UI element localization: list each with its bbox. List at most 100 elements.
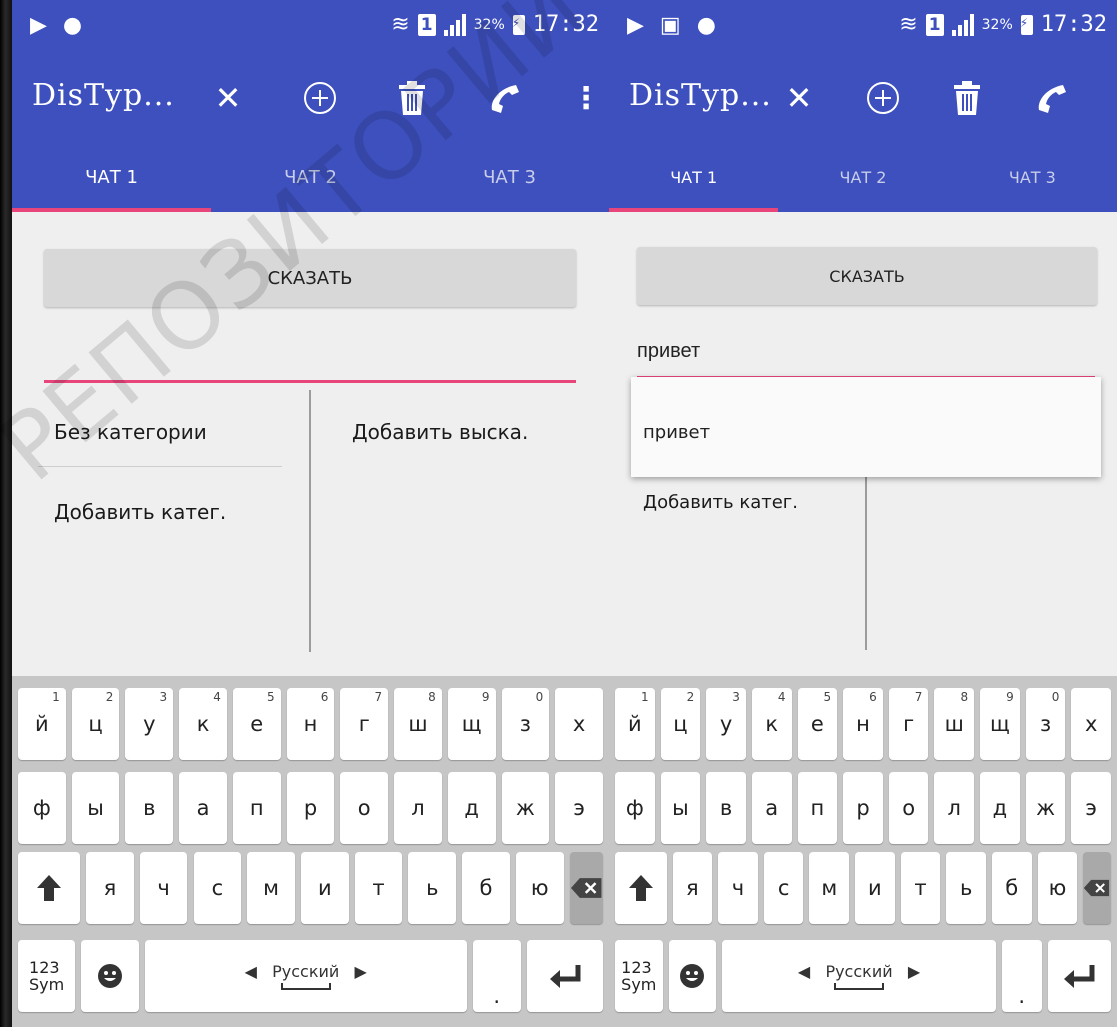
key-2[interactable]: ц2 xyxy=(660,688,701,760)
key-2[interactable]: ц2 xyxy=(71,688,120,760)
key-row3-3[interactable]: с xyxy=(763,852,804,924)
key-row2-7[interactable]: о xyxy=(340,772,389,844)
enter-key[interactable] xyxy=(1047,940,1111,1012)
message-input[interactable] xyxy=(637,332,1095,379)
trash-icon[interactable] xyxy=(392,78,432,118)
key-7[interactable]: г7 xyxy=(888,688,929,760)
tab-chat-2[interactable]: ЧАТ 2 xyxy=(211,144,410,212)
space-key[interactable]: ◀ Русский ▶ xyxy=(144,940,467,1012)
key-row2-11[interactable]: э xyxy=(1071,772,1111,844)
key-row3-4[interactable]: м xyxy=(247,852,295,924)
emoji-key[interactable] xyxy=(81,940,139,1012)
key-6[interactable]: н6 xyxy=(286,688,335,760)
key-10[interactable]: з0 xyxy=(1025,688,1066,760)
key-row3-7[interactable]: ь xyxy=(408,852,457,924)
key-4[interactable]: к4 xyxy=(179,688,227,760)
key-row3-5[interactable]: и xyxy=(300,852,349,924)
key-4[interactable]: к4 xyxy=(751,688,792,760)
key-row3-9[interactable]: ю xyxy=(515,852,564,924)
phone-icon[interactable] xyxy=(484,78,524,118)
key-8[interactable]: ш8 xyxy=(934,688,975,760)
key-row2-10[interactable]: ж xyxy=(501,772,550,844)
key-row2-4[interactable]: а xyxy=(179,772,227,844)
key-row3-6[interactable]: т xyxy=(900,852,941,924)
key-5[interactable]: е5 xyxy=(232,688,281,760)
key-row3-3[interactable]: с xyxy=(193,852,242,924)
key-row3-1[interactable]: я xyxy=(86,852,134,924)
tab-chat-3[interactable]: ЧАТ 3 xyxy=(948,144,1117,212)
key-row3-5[interactable]: и xyxy=(855,852,895,924)
key-row2-6[interactable]: р xyxy=(843,772,883,844)
backspace-key[interactable] xyxy=(569,852,603,924)
sym-key[interactable]: 123 Sym xyxy=(615,940,663,1012)
say-button[interactable]: СКАЗАТЬ xyxy=(637,247,1097,305)
key-row3-8[interactable]: б xyxy=(991,852,1032,924)
key-3[interactable]: у3 xyxy=(706,688,746,760)
key-row2-4[interactable]: а xyxy=(751,772,792,844)
key-10[interactable]: з0 xyxy=(501,688,550,760)
emoji-key[interactable] xyxy=(668,940,717,1012)
key-row2-1[interactable]: ф xyxy=(615,772,655,844)
key-8[interactable]: ш8 xyxy=(394,688,442,760)
key-11[interactable]: х xyxy=(1071,688,1111,760)
period-key[interactable]: . xyxy=(1001,940,1042,1012)
key-row2-2[interactable]: ы xyxy=(71,772,120,844)
key-row2-8[interactable]: л xyxy=(934,772,975,844)
key-row3-7[interactable]: ь xyxy=(946,852,986,924)
shift-key[interactable] xyxy=(615,852,667,924)
add-category-link[interactable]: Добавить катег. xyxy=(643,492,798,513)
key-row3-8[interactable]: б xyxy=(462,852,510,924)
key-row2-9[interactable]: д xyxy=(980,772,1020,844)
key-row3-6[interactable]: т xyxy=(354,852,403,924)
key-row2-9[interactable]: д xyxy=(447,772,496,844)
shift-key[interactable] xyxy=(18,852,81,924)
key-row2-8[interactable]: л xyxy=(394,772,442,844)
key-1[interactable]: й1 xyxy=(18,688,66,760)
key-row2-3[interactable]: в xyxy=(125,772,174,844)
key-row2-5[interactable]: п xyxy=(797,772,838,844)
category-item-none[interactable]: Без категории xyxy=(54,420,207,444)
key-6[interactable]: н6 xyxy=(843,688,883,760)
tab-chat-3[interactable]: ЧАТ 3 xyxy=(410,144,609,212)
key-3[interactable]: у3 xyxy=(125,688,174,760)
key-row2-7[interactable]: о xyxy=(888,772,929,844)
add-phrase-link[interactable]: Добавить выска. xyxy=(352,420,528,444)
key-11[interactable]: х xyxy=(555,688,603,760)
key-row2-11[interactable]: э xyxy=(555,772,603,844)
add-category-link[interactable]: Добавить катег. xyxy=(54,500,226,524)
key-row2-3[interactable]: в xyxy=(706,772,746,844)
tab-chat-1[interactable]: ЧАТ 1 xyxy=(609,144,779,212)
key-row2-5[interactable]: п xyxy=(232,772,281,844)
backspace-key[interactable] xyxy=(1083,852,1111,924)
key-row3-1[interactable]: я xyxy=(672,852,713,924)
autocomplete-suggestion[interactable]: привет xyxy=(643,422,710,443)
say-button[interactable]: СКАЗАТЬ xyxy=(44,249,576,307)
key-5[interactable]: е5 xyxy=(797,688,838,760)
enter-key[interactable] xyxy=(526,940,603,1012)
key-row3-4[interactable]: м xyxy=(809,852,850,924)
phone-icon[interactable] xyxy=(1031,78,1071,118)
close-icon[interactable]: ✕ xyxy=(208,78,248,118)
key-9[interactable]: щ9 xyxy=(447,688,496,760)
tab-chat-2[interactable]: ЧАТ 2 xyxy=(778,144,947,212)
key-9[interactable]: щ9 xyxy=(980,688,1020,760)
key-row2-6[interactable]: р xyxy=(286,772,335,844)
tab-chat-1[interactable]: ЧАТ 1 xyxy=(12,144,211,212)
key-1[interactable]: й1 xyxy=(615,688,655,760)
sym-key[interactable]: 123 Sym xyxy=(18,940,76,1012)
key-row2-10[interactable]: ж xyxy=(1025,772,1066,844)
more-vert-icon[interactable]: ⋮ xyxy=(571,78,601,118)
add-circle-icon[interactable] xyxy=(863,78,903,118)
trash-icon[interactable] xyxy=(947,78,987,118)
period-key[interactable]: . xyxy=(472,940,521,1012)
close-icon[interactable]: ✕ xyxy=(779,78,819,118)
key-row2-1[interactable]: ф xyxy=(18,772,66,844)
key-row2-2[interactable]: ы xyxy=(660,772,701,844)
key-7[interactable]: г7 xyxy=(340,688,389,760)
space-key[interactable]: ◀ Русский ▶ xyxy=(722,940,996,1012)
add-circle-icon[interactable] xyxy=(300,78,340,118)
key-row3-2[interactable]: ч xyxy=(139,852,188,924)
message-input[interactable] xyxy=(44,330,576,383)
key-row3-9[interactable]: ю xyxy=(1037,852,1078,924)
key-row3-2[interactable]: ч xyxy=(718,852,758,924)
